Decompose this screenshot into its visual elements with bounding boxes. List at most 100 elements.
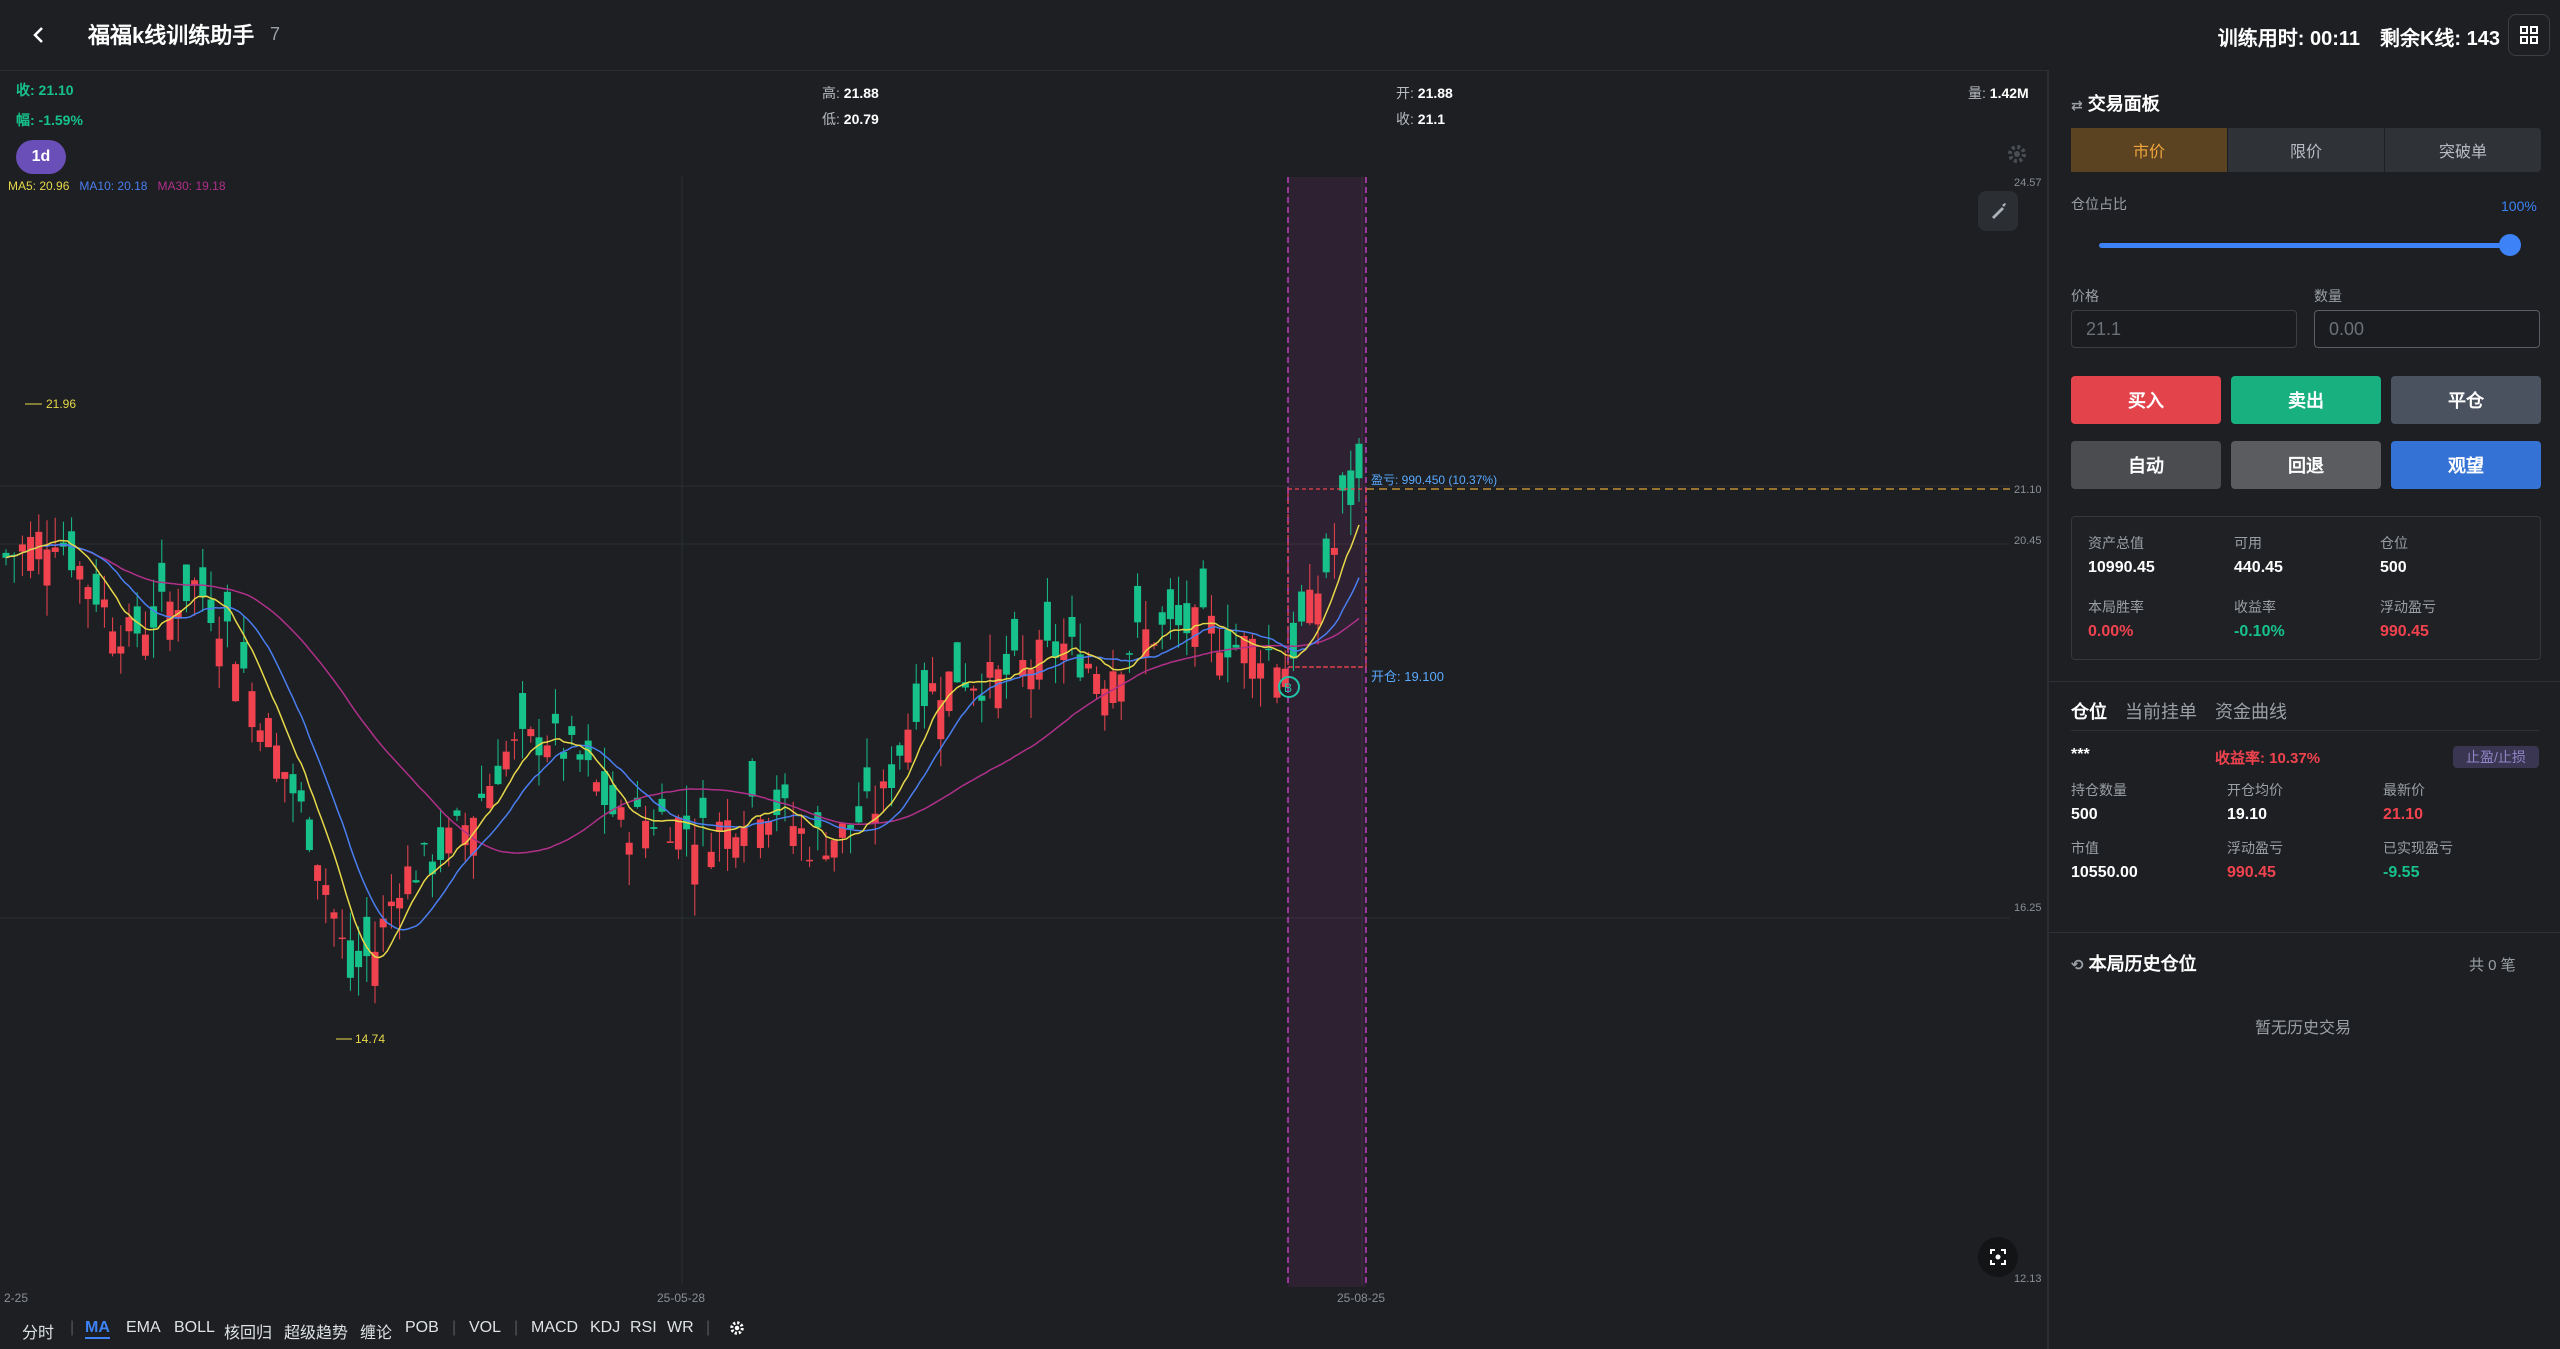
order-type-market[interactable]: 市价 — [2071, 128, 2228, 172]
candle-body — [519, 693, 527, 729]
candle-body — [453, 810, 461, 816]
price-label: 价格 — [2071, 288, 2099, 304]
candle-body — [445, 827, 453, 854]
back-button[interactable] — [22, 18, 56, 52]
toolbar-settings-button[interactable] — [728, 1319, 746, 1342]
tool-wr[interactable]: WR — [667, 1319, 694, 1337]
candle-body — [888, 764, 896, 789]
history-icon: ⟲ — [2071, 957, 2084, 974]
tool-kernel[interactable]: 核回归 — [224, 1319, 272, 1343]
y-tick: 12.13 — [2014, 1273, 2042, 1285]
tool-boll[interactable]: BOLL — [174, 1319, 215, 1337]
candle-body — [1232, 644, 1240, 648]
candle-body — [945, 671, 953, 712]
toolbar-divider: | — [70, 1319, 75, 1336]
tool-ma[interactable]: MA — [85, 1319, 110, 1339]
tool-ema[interactable]: EMA — [126, 1319, 161, 1337]
tab-position[interactable]: 仓位 — [2071, 698, 2107, 724]
tool-rsi[interactable]: RSI — [630, 1319, 657, 1337]
order-type-breakout[interactable]: 突破单 — [2385, 128, 2541, 172]
candle-body — [970, 688, 978, 691]
history-count: 共 0 笔 — [2469, 957, 2516, 974]
tool-chan[interactable]: 缠论 — [360, 1319, 392, 1343]
fullscreen-button[interactable] — [1978, 1237, 2018, 1277]
app-title: 福福k线训练助手 — [88, 23, 255, 48]
sell-button[interactable]: 卖出 — [2231, 376, 2381, 424]
candle-body — [18, 544, 26, 552]
candle-body — [1109, 671, 1117, 704]
qty-input[interactable]: 0.00 — [2314, 310, 2540, 348]
grid-icon — [2520, 26, 2538, 44]
candle-body — [789, 826, 797, 847]
chevron-left-icon — [33, 27, 43, 43]
candle-body — [642, 820, 650, 849]
candle-body — [1052, 641, 1060, 658]
tool-kdj[interactable]: KDJ — [590, 1319, 620, 1337]
candle-body — [1257, 663, 1265, 679]
candle-body — [297, 790, 305, 802]
candle-body — [486, 786, 494, 809]
candle-body — [920, 670, 928, 707]
candle-body — [838, 823, 846, 838]
candle-body — [1207, 615, 1215, 634]
candle-body — [732, 837, 740, 858]
position-ratio-value: 100% — [2501, 198, 2537, 214]
tool-vol[interactable]: VOL — [469, 1319, 501, 1337]
order-type-limit[interactable]: 限价 — [2228, 128, 2385, 172]
tool-pob[interactable]: POB — [405, 1319, 439, 1337]
tool-supertrend[interactable]: 超级趋势 — [284, 1319, 348, 1343]
candle-body — [1289, 622, 1297, 659]
candle-body — [1306, 589, 1314, 624]
candle-body — [1043, 601, 1051, 641]
tab-open-orders[interactable]: 当前挂单 — [2125, 698, 2197, 724]
return-label: 收益率 — [2234, 599, 2276, 615]
tool-macd[interactable]: MACD — [531, 1319, 578, 1337]
tool-fenshi[interactable]: 分时 — [22, 1319, 54, 1343]
buy-button[interactable]: 买入 — [2071, 376, 2221, 424]
close-position-button[interactable]: 平仓 — [2391, 376, 2541, 424]
candle-body — [158, 562, 166, 592]
candle-body — [248, 691, 256, 728]
close-value: 收: 21.10 — [16, 82, 74, 98]
brush-icon — [1992, 203, 2006, 219]
candlestick-chart[interactable]: B 盈亏: 990.450 (10.37%) 开仓: 19.100 21.96 … — [0, 175, 2047, 1310]
candle-body — [289, 774, 297, 794]
tab-equity-curve[interactable]: 资金曲线 — [2215, 698, 2287, 724]
candle-body — [281, 772, 289, 779]
candle-body — [806, 859, 814, 862]
watch-button[interactable]: 观望 — [2391, 441, 2541, 489]
sl-tp-button[interactable]: 止盈/止损 — [2453, 746, 2539, 768]
candle-body — [182, 564, 190, 602]
candle-body — [1199, 568, 1207, 608]
candle-body — [1355, 443, 1363, 479]
candle-body — [109, 631, 117, 654]
candle-body — [396, 897, 404, 909]
candle-body — [724, 820, 732, 849]
history-empty-text: 暂无历史交易 — [2255, 1020, 2352, 1037]
candle-body — [1060, 643, 1068, 661]
candle-body — [904, 729, 912, 763]
chart-settings-button[interactable] — [2005, 142, 2029, 166]
candle-body — [797, 828, 805, 834]
slider-handle[interactable] — [2499, 234, 2521, 256]
price-input[interactable]: 21.1 — [2071, 310, 2297, 348]
y-tick: 21.10 — [2014, 484, 2042, 496]
candle-body — [781, 784, 789, 799]
draw-tool-button[interactable] — [1978, 191, 2018, 231]
candle-body — [1068, 616, 1076, 637]
candle-body — [264, 718, 272, 748]
timeframe-button[interactable]: 1d — [16, 140, 66, 174]
candle-body — [1158, 612, 1166, 625]
x-tick: 25-05-28 — [657, 1291, 705, 1305]
candle-body — [1027, 669, 1035, 690]
top-bar: 福福k线训练助手 7 训练用时: 00:11 剩余K线: 143 — [0, 0, 2560, 71]
position-ratio-slider[interactable] — [2099, 243, 2509, 248]
candle-body — [256, 730, 264, 742]
auto-button[interactable]: 自动 — [2071, 441, 2221, 489]
candle-body — [125, 617, 133, 632]
candle-body — [461, 825, 469, 846]
candle-body — [199, 567, 207, 598]
candle-body — [404, 866, 412, 895]
rewind-button[interactable]: 回退 — [2231, 441, 2381, 489]
grid-menu-button[interactable] — [2508, 14, 2550, 56]
